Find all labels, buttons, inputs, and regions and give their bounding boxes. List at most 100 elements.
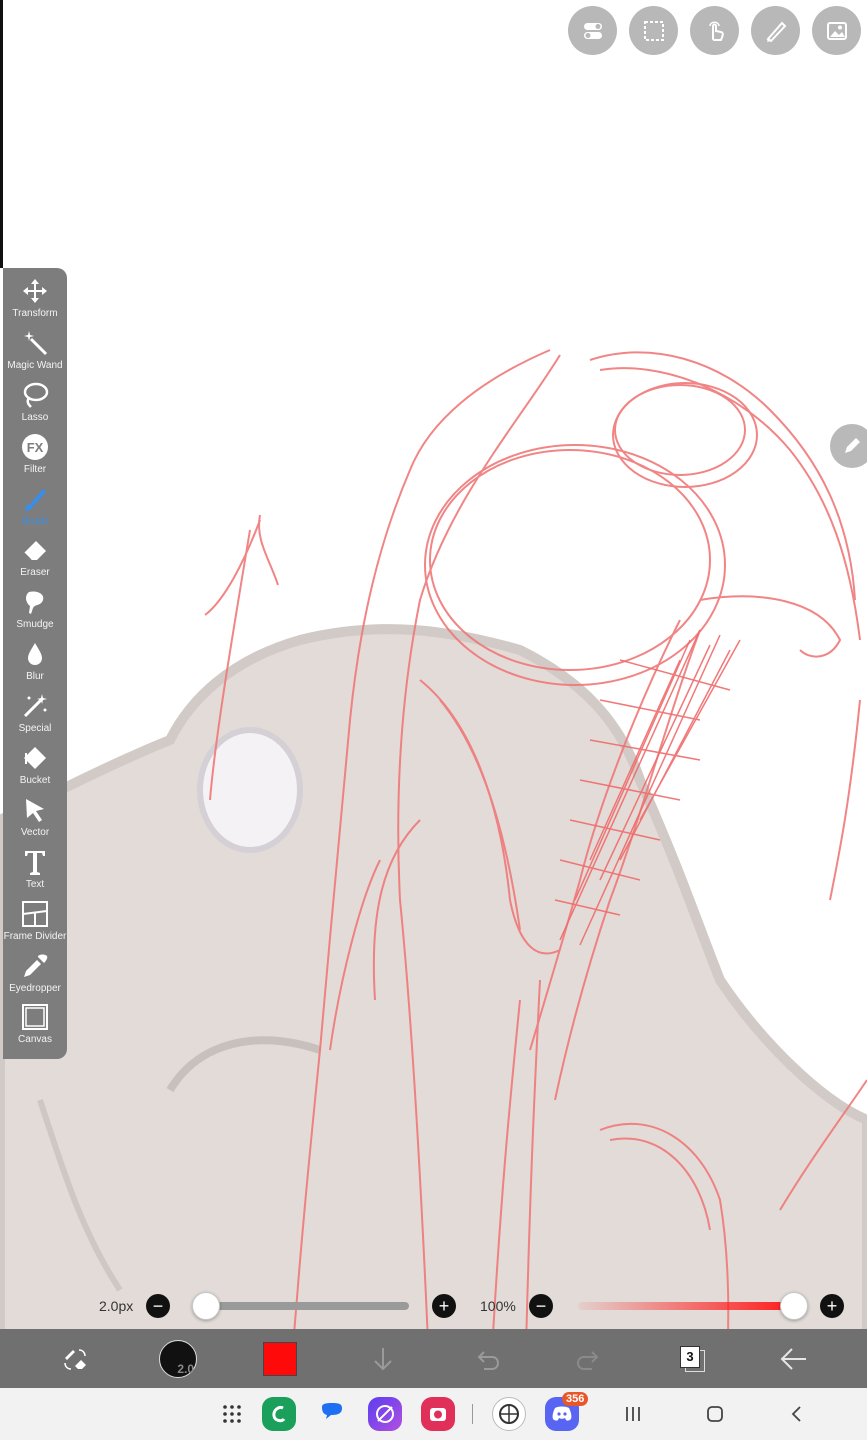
color-button[interactable] [261,1329,299,1388]
tool-filter[interactable]: FX Filter [3,432,67,484]
drawing-canvas[interactable] [0,0,867,1388]
edit-layer-button[interactable] [830,424,867,468]
tool-blur[interactable]: Blur [3,639,67,691]
layer-count: 3 [680,1345,700,1368]
back-button[interactable] [776,1329,810,1388]
grid-icon [223,1405,241,1423]
size-increase-button[interactable]: + [432,1294,456,1318]
tool-label: Text [25,878,45,890]
bottom-action-bar: 2.0 3 [0,1329,867,1388]
tool-label: Filter [23,463,47,475]
redo-icon [576,1350,599,1370]
brush-size-slider[interactable] [206,1302,409,1310]
frame-divider-icon [22,900,48,927]
tool-label: Brush [21,515,49,527]
tool-eraser[interactable]: Eraser [3,535,67,587]
brush-size-thumb[interactable] [192,1292,220,1320]
tool-eyedropper[interactable]: Eyedropper [3,951,67,1003]
opacity-slider[interactable] [578,1302,794,1310]
selection-icon [643,20,664,41]
chevron-left-icon [791,1406,801,1422]
messages-app-icon [315,1397,349,1431]
pencil-icon [845,438,860,453]
tool-label: Special [18,723,52,735]
tool-special[interactable]: Special [3,691,67,743]
tool-label: Smudge [16,619,54,631]
lasso-icon [23,382,49,408]
redo-button[interactable] [573,1329,607,1388]
ruler-button[interactable] [751,6,800,55]
recents-icon [626,1407,640,1421]
touch-button[interactable] [690,6,739,55]
selection-button[interactable] [629,6,678,55]
magic-wand-icon [24,330,48,355]
app-messages[interactable] [314,1396,350,1432]
app-phone[interactable] [261,1396,297,1432]
window-edge [0,0,3,268]
tool-label: Vector [20,826,50,838]
tool-label: Bucket [19,775,51,787]
tool-bucket[interactable]: Bucket [3,743,67,795]
eyedropper-icon [24,954,48,977]
home-button[interactable] [697,1396,733,1432]
app-ibispaint[interactable] [491,1396,527,1432]
tool-frame-divider[interactable]: Frame Divider [3,899,67,951]
arrow-left-icon [780,1347,806,1370]
text-icon [25,850,45,875]
app-camera[interactable] [420,1396,456,1432]
save-down-button[interactable] [366,1329,400,1388]
tool-label: Eyedropper [9,982,61,994]
top-tools [568,6,861,55]
tool-vector[interactable]: Vector [3,795,67,847]
image-icon [826,21,847,40]
system-taskbar: 356 [0,1388,867,1440]
brush-icon [25,488,46,511]
canvas-icon [22,1004,48,1031]
brush-size-label: 2.0px [99,1298,134,1314]
tool-canvas[interactable]: Canvas [3,1002,67,1054]
ibispaint-app-icon [492,1397,526,1431]
size-decrease-button[interactable]: − [146,1294,170,1318]
recents-button[interactable] [615,1396,651,1432]
ruler-pencil-icon [765,21,786,42]
reference-image-button[interactable] [812,6,861,55]
opacity-thumb[interactable] [780,1292,808,1320]
tool-magic-wand[interactable]: Magic Wand [3,328,67,380]
tool-label: Magic Wand [7,359,63,371]
tool-label: Frame Divider [3,930,67,942]
undo-button[interactable] [469,1329,503,1388]
current-color-swatch [263,1341,297,1376]
camera-app-icon [421,1397,455,1431]
tool-smudge[interactable]: Smudge [3,587,67,639]
smudge-icon [26,591,44,615]
opacity-decrease-button[interactable]: − [529,1294,553,1318]
tool-text[interactable]: Text [3,847,67,899]
tool-label: Canvas [18,1034,52,1046]
internet-app-icon [368,1397,402,1431]
app-internet[interactable] [367,1396,403,1432]
tool-label: Lasso [21,411,49,423]
arrow-down-icon [374,1347,392,1370]
tool-transform[interactable]: Transform [3,276,67,328]
app-discord[interactable]: 356 [544,1392,589,1432]
tool-lasso[interactable]: Lasso [3,380,67,432]
quick-switch-button[interactable] [55,1329,95,1388]
home-icon [707,1406,723,1422]
svg-text:FX: FX [27,440,44,455]
opacity-label: 100% [480,1298,516,1314]
vector-cursor-icon [26,798,44,822]
fx-icon: FX [22,433,48,460]
transform-icon [23,279,47,303]
tool-label: Blur [26,671,44,683]
layers-button[interactable]: 3 [676,1329,710,1388]
nav-back-button[interactable] [779,1396,815,1432]
undo-icon [477,1350,500,1370]
app-drawer-button[interactable] [214,1396,250,1432]
settings-toggle-button[interactable] [568,6,617,55]
touch-icon [708,21,724,41]
brush-size-preview[interactable]: 2.0 [158,1329,198,1388]
tool-brush[interactable]: Brush [3,484,67,536]
opacity-increase-button[interactable]: + [820,1294,844,1318]
brush-eraser-swap-icon [64,1348,86,1370]
bucket-icon [24,747,46,770]
